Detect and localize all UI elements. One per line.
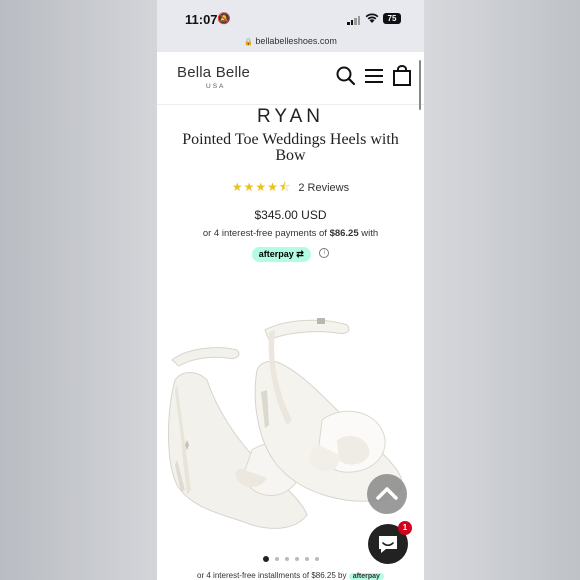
bottom-afterpay-badge[interactable]: afterpay (348, 573, 384, 580)
silent-bell-icon: 🔕 (217, 13, 231, 25)
product-title: Pointed Toe Weddings Heels with Bow (182, 131, 399, 164)
carousel-dot[interactable] (284, 556, 289, 561)
shopping-bag-icon[interactable] (391, 65, 413, 87)
phone-screen: 11:07 🔕 75 🔒 bellabelleshoes.com Bella B… (157, 0, 424, 580)
afterpay-label: afterpay (258, 249, 294, 259)
lock-icon: 🔒 (244, 39, 253, 46)
product-brand: RYAN (256, 106, 325, 127)
url-text: bellabelleshoes.com (255, 36, 337, 46)
installments-suffix: with (361, 228, 379, 239)
reviews-link[interactable]: 2 Reviews (298, 182, 349, 194)
battery-indicator: 75 (383, 13, 401, 24)
chevron-up-icon (376, 487, 398, 500)
carousel-dot[interactable] (262, 555, 269, 562)
carousel-dot[interactable] (274, 556, 279, 561)
bottom-installments-bar: or 4 interest-free installments of $86.2… (157, 571, 424, 580)
wifi-icon (365, 13, 379, 23)
scroll-to-top-button[interactable] (367, 474, 407, 514)
menu-icon[interactable] (363, 65, 385, 87)
info-icon[interactable]: i (319, 247, 330, 258)
chat-notification-badge: 1 (398, 521, 412, 535)
bottom-installments-text: or 4 interest-free installments of $86.2… (197, 571, 347, 580)
site-header: Bella Belle USA (157, 52, 424, 105)
afterpay-badge[interactable]: afterpay ⇄ (251, 247, 311, 262)
installments-text: or 4 interest-free payments of $86.25 wi… (157, 228, 424, 239)
carousel-dot[interactable] (294, 556, 299, 561)
product-rating[interactable]: ★★★★⯪ 2 Reviews (157, 178, 424, 199)
afterpay-row: afterpay ⇄ i (157, 244, 424, 262)
product-price: $345.00 USD (254, 208, 327, 222)
installments-amount: $86.25 (329, 228, 359, 239)
background-left (0, 0, 157, 580)
installments-prefix: or 4 interest-free payments of (202, 228, 327, 239)
carousel-dot[interactable] (314, 556, 319, 561)
site-logo[interactable]: Bella Belle (177, 64, 250, 81)
search-icon[interactable] (335, 65, 357, 87)
status-bar: 11:07 🔕 75 🔒 bellabelleshoes.com (157, 0, 424, 52)
url-bar[interactable]: 🔒 bellabelleshoes.com (157, 36, 424, 46)
status-time: 11:07 (185, 12, 218, 27)
carousel-dot[interactable] (304, 556, 309, 561)
cellular-signal-icon (347, 15, 361, 25)
carousel-dots (157, 550, 424, 568)
site-logo-sub: USA (206, 83, 226, 90)
page-scrollbar[interactable] (419, 60, 421, 110)
background-right (424, 0, 580, 580)
star-rating-icon: ★★★★⯪ (231, 180, 292, 194)
